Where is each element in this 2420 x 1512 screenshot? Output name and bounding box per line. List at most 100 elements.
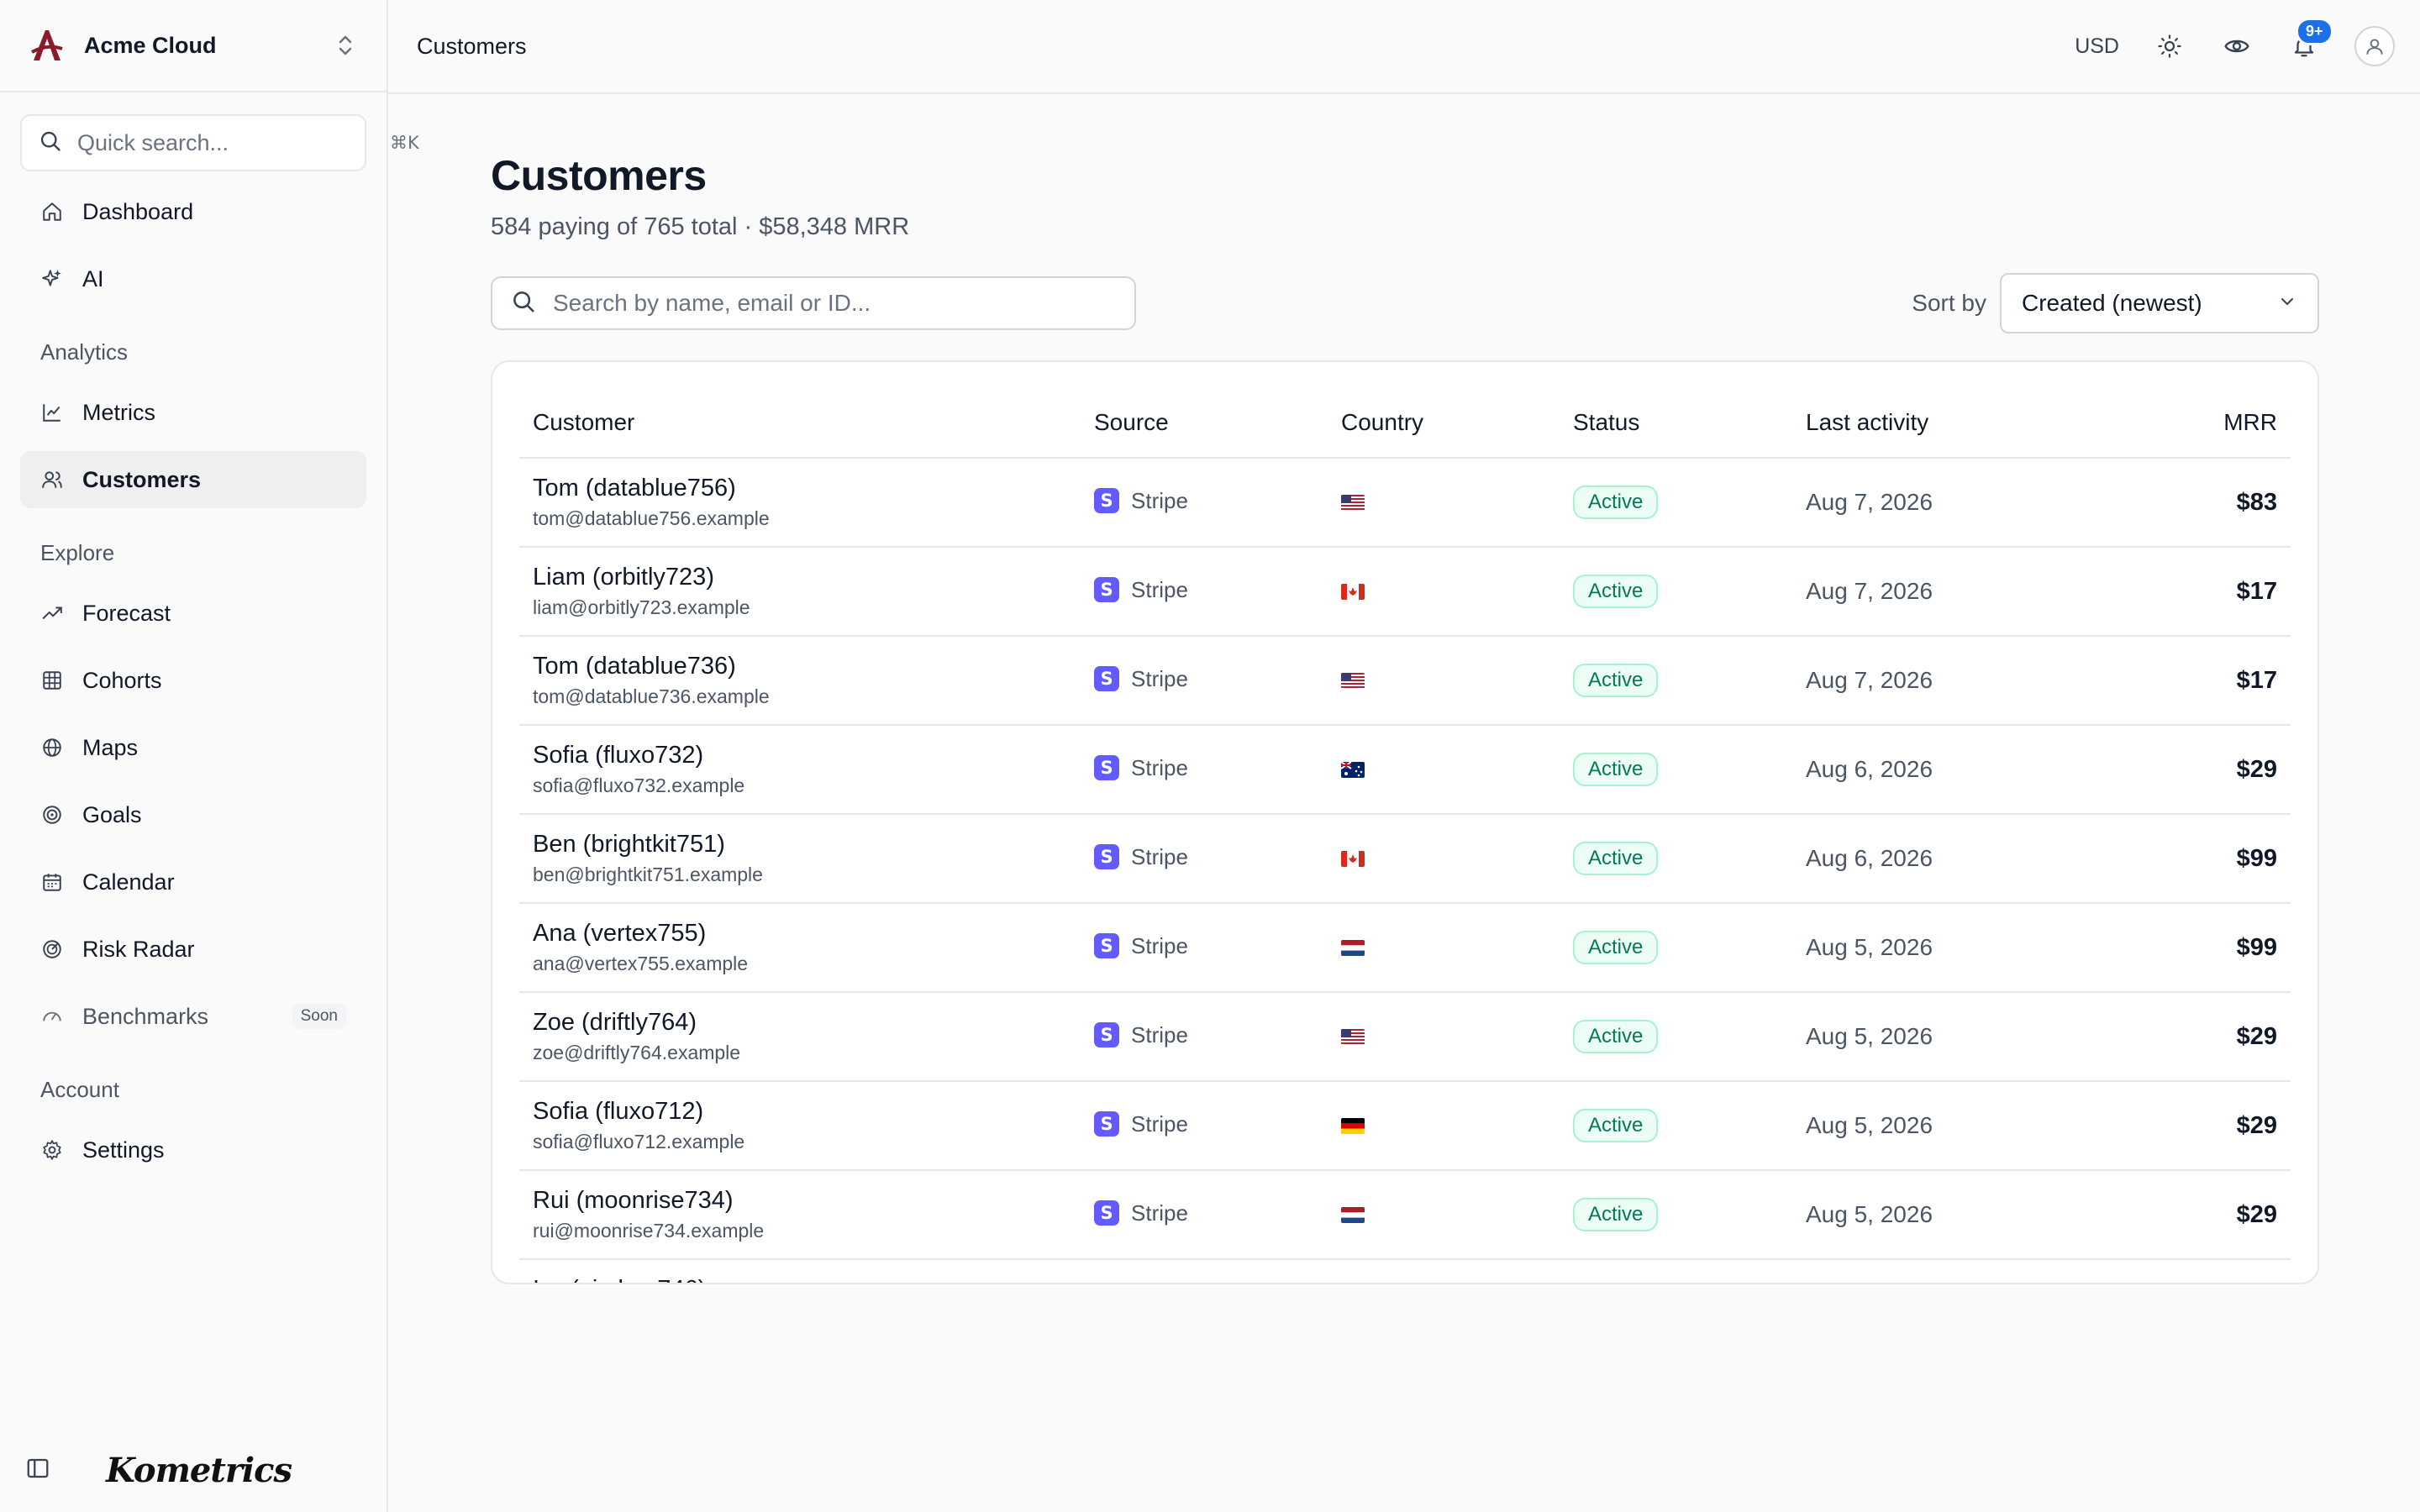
stripe-icon: S <box>1094 1111 1119 1137</box>
breadcrumb: Customers <box>417 33 527 59</box>
column-header-country[interactable]: Country <box>1328 387 1560 459</box>
source-label: Stripe <box>1131 665 1188 691</box>
status-badge: Active <box>1573 664 1659 697</box>
calendar-icon <box>40 870 64 894</box>
sidebar-item-benchmarks[interactable]: Benchmarks Soon <box>20 988 366 1045</box>
column-header-last-activity[interactable]: Last activity <box>1792 387 2070 459</box>
sidebar-item-goals[interactable]: Goals <box>20 786 366 843</box>
customer-name[interactable]: Tom (datablue756) <box>533 475 1067 502</box>
customer-name[interactable]: Ana (vertex755) <box>533 920 1067 948</box>
sidebar-item-label: Metrics <box>82 399 155 425</box>
sidebar-item-dashboard[interactable]: Dashboard <box>20 183 366 240</box>
gear-icon <box>40 1138 64 1162</box>
last-activity-cell: Aug 6, 2026 <box>1792 814 2070 904</box>
sparkles-icon <box>40 267 64 291</box>
sidebar-item-risk-radar[interactable]: Risk Radar <box>20 921 366 978</box>
sidebar-item-label: Goals <box>82 801 142 827</box>
last-activity-cell: Aug 7, 2026 <box>1792 547 2070 637</box>
table-row[interactable]: Tom (datablue736) tom@datablue736.example… <box>519 636 2291 726</box>
sidebar-nav: Dashboard AI Analytics Metrics Customers <box>0 171 387 1179</box>
sidebar-item-settings[interactable]: Settings <box>20 1121 366 1179</box>
sidebar-toggle-icon[interactable] <box>25 1456 50 1485</box>
quick-search[interactable]: ⌘K <box>20 114 419 171</box>
country-cell <box>1328 814 1560 904</box>
sidebar-item-label: Cohorts <box>82 667 162 693</box>
status-cell: Active <box>1560 725 1792 815</box>
gauge-icon <box>40 1005 64 1028</box>
sidebar-item-label: Customers <box>82 466 202 492</box>
source-label: Stripe <box>1131 1200 1188 1226</box>
country-cell <box>1328 1259 1560 1283</box>
sidebar-item-forecast[interactable]: Forecast <box>20 585 366 642</box>
customer-name[interactable]: Liam (orbitly723) <box>533 564 1067 591</box>
status-badge: Active <box>1573 1020 1659 1053</box>
eye-icon[interactable] <box>2220 29 2254 63</box>
customer-name[interactable]: Zoe (driftly764) <box>533 1009 1067 1037</box>
column-header-status[interactable]: Status <box>1560 387 1792 459</box>
mrr-value: $29 <box>2236 1200 2277 1228</box>
flag-au-icon <box>1341 761 1365 778</box>
sort-select[interactable]: Created (newest) <box>2000 273 2319 333</box>
table-controls: Sort by Created (newest) <box>491 273 2319 333</box>
search-icon <box>39 129 62 157</box>
sidebar-item-calendar[interactable]: Calendar <box>20 853 366 911</box>
customer-email: tom@datablue756.example <box>533 507 770 529</box>
source-cell: S Stripe <box>1081 992 1328 1082</box>
column-header-mrr[interactable]: MRR <box>2070 387 2291 459</box>
workspace-switcher[interactable]: Acme Cloud <box>0 0 387 92</box>
mrr-value: $99 <box>2236 933 2277 961</box>
customer-search[interactable] <box>491 276 1136 330</box>
sidebar-item-customers[interactable]: Customers <box>20 451 366 508</box>
acme-logo-icon <box>29 27 66 64</box>
country-cell <box>1328 725 1560 815</box>
last-activity-cell: Aug 5, 2026 <box>1792 903 2070 993</box>
stripe-icon: S <box>1094 933 1119 958</box>
status-badge: Active <box>1573 486 1659 519</box>
customer-name[interactable]: Tom (datablue736) <box>533 653 1067 680</box>
table-row[interactable]: Rui (moonrise734) rui@moonrise734.example… <box>519 1170 2291 1260</box>
customers-table: Customer Source Country Status Last acti… <box>519 387 2291 1283</box>
avatar[interactable] <box>2354 26 2395 66</box>
table-row[interactable]: Ana (vertex755) ana@vertex755.example S Str… <box>519 903 2291 993</box>
table-row[interactable]: Sofia (fluxo712) sofia@fluxo712.example S S… <box>519 1081 2291 1171</box>
currency-selector[interactable]: USD <box>2075 34 2119 59</box>
status-badge: Active <box>1573 1198 1659 1231</box>
country-cell <box>1328 636 1560 726</box>
source-cell: S Stripe <box>1081 458 1328 548</box>
flag-us-icon <box>1341 1028 1365 1045</box>
last-activity-date: Aug 6, 2026 <box>1806 756 1933 782</box>
table-row[interactable]: Tom (datablue756) tom@datablue756.example… <box>519 458 2291 548</box>
customer-name[interactable]: Ivy (nimbus746) <box>533 1276 1067 1283</box>
quick-search-input[interactable] <box>77 129 375 156</box>
customer-name[interactable]: Ben (brightkit751) <box>533 831 1067 858</box>
table-row[interactable]: Sofia (fluxo732) sofia@fluxo732.example S S… <box>519 725 2291 815</box>
kometrics-logo: Kometrics <box>106 1450 292 1490</box>
sidebar-item-maps[interactable]: Maps <box>20 719 366 776</box>
sidebar-item-cohorts[interactable]: Cohorts <box>20 652 366 709</box>
source-label: Stripe <box>1131 576 1188 602</box>
sun-icon[interactable] <box>2153 29 2186 63</box>
country-cell <box>1328 903 1560 993</box>
source-cell: S Stripe <box>1081 1081 1328 1171</box>
column-header-source[interactable]: Source <box>1081 387 1328 459</box>
sidebar-item-label: Dashboard <box>82 198 194 224</box>
source-label: Stripe <box>1131 932 1188 958</box>
table-row[interactable]: Liam (orbitly723) liam@orbitly723.example… <box>519 547 2291 637</box>
customer-search-input[interactable] <box>553 290 1116 317</box>
last-activity-date: Aug 6, 2026 <box>1806 845 1933 871</box>
customer-name[interactable]: Rui (moonrise734) <box>533 1187 1067 1215</box>
line-chart-icon <box>40 401 64 424</box>
main-area: Customers USD 9+ Customers 584 paying of… <box>388 0 2420 1512</box>
customer-email: rui@moonrise734.example <box>533 1220 765 1242</box>
customer-name[interactable]: Sofia (fluxo712) <box>533 1098 1067 1126</box>
bell-icon[interactable]: 9+ <box>2287 18 2333 63</box>
section-label-analytics: Analytics <box>40 339 129 365</box>
table-row[interactable]: Ben (brightkit751) ben@brightkit751.examp… <box>519 814 2291 904</box>
column-header-customer[interactable]: Customer <box>519 387 1081 459</box>
sidebar-item-ai[interactable]: AI <box>20 250 366 307</box>
table-row[interactable]: Ivy (nimbus746)ivy@nimbus746.exampleSStr… <box>519 1259 2291 1283</box>
status-badge: Active <box>1573 842 1659 875</box>
customer-name[interactable]: Sofia (fluxo732) <box>533 742 1067 769</box>
sidebar-item-metrics[interactable]: Metrics <box>20 384 366 441</box>
table-row[interactable]: Zoe (driftly764) zoe@driftly764.example S S… <box>519 992 2291 1082</box>
